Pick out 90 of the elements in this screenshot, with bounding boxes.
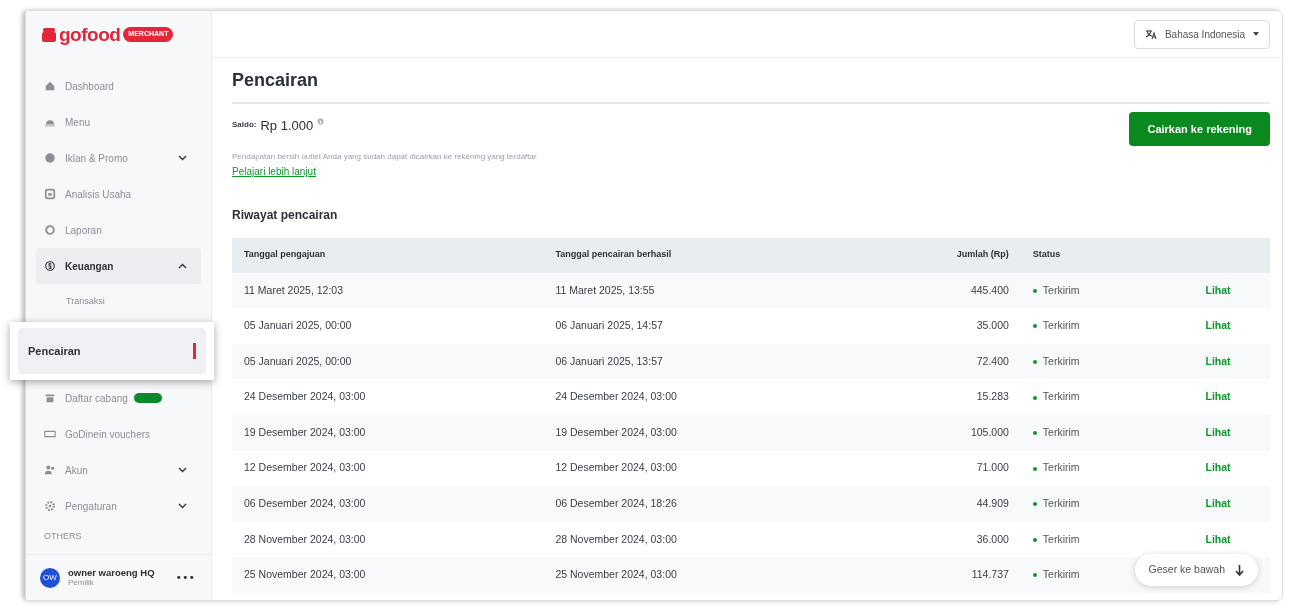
- view-link[interactable]: Lihat: [1205, 497, 1231, 510]
- table-cell: 11 Maret 2025, 13:55: [543, 272, 907, 309]
- status-text: Terkirim: [1032, 283, 1080, 296]
- table-cell: 19 Desember 2024, 03:00: [543, 414, 907, 451]
- active-marker: [193, 343, 196, 359]
- sidebar-item[interactable]: Pengaturan: [36, 488, 201, 524]
- table-cell: 06 Januari 2025, 13:57: [543, 343, 907, 380]
- gear-icon: [44, 500, 56, 512]
- column-header: Jumlah (Rp): [906, 237, 1021, 273]
- status-text: Terkirim: [1032, 568, 1080, 581]
- table-cell: 28 November 2024, 03:00: [232, 521, 544, 558]
- more-button[interactable]: •••: [173, 572, 197, 583]
- table-cell: 24 Desember 2024, 03:00: [232, 379, 544, 415]
- table-cell: 105.000: [906, 414, 1021, 451]
- sidebar-item[interactable]: Akun: [36, 452, 201, 488]
- section-title: Riwayat pencairan: [232, 206, 339, 224]
- sidebar-item[interactable]: GoDinein vouchers: [36, 416, 201, 452]
- view-link[interactable]: Lihat: [1205, 425, 1231, 438]
- sidebar-item[interactable]: Dashboard: [36, 68, 201, 104]
- translate-icon: [1144, 28, 1157, 40]
- table-cell: 12 Desember 2024, 03:00: [232, 450, 544, 487]
- status-text: Terkirim: [1032, 425, 1080, 438]
- sidebar-item[interactable]: Daftar cabang: [36, 380, 201, 416]
- table-cell: 25 November 2024, 03:00: [543, 557, 907, 593]
- table-cell: 36.000: [906, 521, 1021, 558]
- table-cell: 05 Januari 2025, 00:00: [232, 343, 544, 380]
- view-link[interactable]: Lihat: [1205, 532, 1231, 545]
- table-cell: 11 Maret 2025, 12:03: [232, 272, 544, 309]
- table-cell: 71.000: [906, 450, 1021, 487]
- view-link[interactable]: Lihat: [1205, 354, 1231, 367]
- table-cell: 25 November 2024, 03:00: [232, 557, 544, 593]
- column-header: Status: [1020, 237, 1167, 273]
- info-icon[interactable]: [317, 117, 325, 125]
- status-text: Terkirim: [1032, 319, 1080, 332]
- sidebar-item[interactable]: Analisis Usaha: [36, 176, 201, 212]
- view-link[interactable]: Lihat: [1205, 319, 1231, 332]
- people-icon: [44, 464, 56, 476]
- ticket-icon: [44, 428, 56, 440]
- table-cell: 35.000: [906, 308, 1021, 344]
- status-text: Terkirim: [1032, 532, 1080, 545]
- caret-icon: [1253, 32, 1259, 36]
- view-link[interactable]: Lihat: [1205, 283, 1231, 296]
- table-cell: 06 Desember 2024, 03:00: [232, 486, 544, 522]
- view-link[interactable]: Lihat: [1205, 390, 1231, 403]
- shop-icon: [44, 392, 56, 404]
- status-text: Terkirim: [1032, 390, 1080, 403]
- avatar: OW: [40, 567, 60, 588]
- withdraw-button[interactable]: Cairkan ke rekening: [1129, 111, 1270, 147]
- description-text: Pendapatan bersih outlet Anda yang sudah dapat dicairkan ke rekening yang terdaftar.: [232, 151, 539, 164]
- table-cell: 06 Januari 2025, 14:57: [543, 308, 907, 344]
- user-name: owner waroeng HQ: [68, 567, 156, 579]
- user-role: Pemilik: [68, 578, 95, 588]
- scroll-down-button[interactable]: Geser ke bawah: [1134, 554, 1258, 586]
- status-text: Terkirim: [1032, 497, 1080, 510]
- table-cell: 44.909: [906, 486, 1021, 522]
- view-link[interactable]: Lihat: [1205, 461, 1231, 474]
- logo-text: gofood: [59, 25, 121, 44]
- balance-amount: Rp 1.000: [260, 116, 314, 135]
- table-cell: 19 Desember 2024, 03:00: [232, 414, 544, 451]
- page-title: Pencairan: [232, 70, 1270, 104]
- column-header: Tanggal pencairan berhasil: [543, 237, 907, 273]
- language-dropdown[interactable]: Bahasa Indonesia: [1133, 19, 1270, 49]
- learn-more-link[interactable]: Pelajari lebih lanjut: [232, 166, 316, 178]
- table-cell: 05 Januari 2025, 00:00: [232, 308, 544, 344]
- circle-icon: [44, 152, 56, 164]
- sidebar-subitem[interactable]: Transaksi: [36, 284, 201, 320]
- sidebar-item[interactable]: Iklan & Promo: [36, 140, 201, 176]
- sidebar-item[interactable]: Laporan: [36, 212, 201, 248]
- square-icon: [44, 188, 56, 200]
- logo-icon: [42, 26, 56, 43]
- ring-icon: [44, 224, 56, 236]
- status-text: Terkirim: [1032, 461, 1080, 474]
- sidebar-subitem[interactable]: Pencairan: [18, 328, 206, 374]
- sidebar-item[interactable]: Menu: [36, 104, 201, 140]
- sidebar-item[interactable]: Keuangan: [36, 248, 201, 284]
- table-cell: 15.283: [906, 379, 1021, 415]
- table-cell: 28 November 2024, 03:00: [543, 521, 907, 558]
- balance-label: Saldo:: [232, 119, 257, 132]
- arrow-down-icon: [1235, 564, 1244, 576]
- table-cell: 445.400: [906, 272, 1021, 309]
- coin-icon: [44, 260, 56, 272]
- table-cell: 72.400: [906, 343, 1021, 380]
- table-cell: 24 Desember 2024, 03:00: [543, 379, 907, 415]
- table-cell: 12 Desember 2024, 03:00: [543, 450, 907, 487]
- section-label: OTHERS: [43, 530, 83, 543]
- column-header: Tanggal pengajuan: [232, 237, 544, 273]
- house-icon: [44, 80, 56, 92]
- status-text: Terkirim: [1032, 354, 1080, 367]
- table-cell: 06 Desember 2024, 18:26: [543, 486, 907, 522]
- table-cell: 114.737: [906, 557, 1021, 593]
